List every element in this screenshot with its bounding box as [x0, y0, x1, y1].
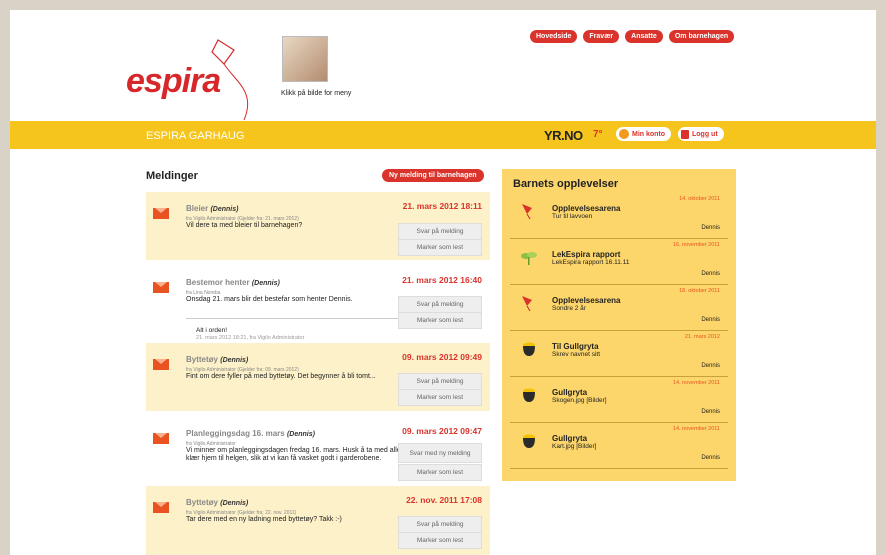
- message-body: Onsdag 21. mars blir det bestefar som he…: [186, 296, 353, 303]
- page: espira Klikk på bilde for meny Hovedside…: [10, 10, 876, 555]
- message-item[interactable]: Bleier (Dennis) 21. mars 2012 18:11 fra …: [146, 192, 490, 260]
- message-item[interactable]: Planleggingsdag 16. mars (Dennis) 09. ma…: [146, 417, 490, 487]
- pot-icon: [523, 434, 535, 448]
- espira-logo[interactable]: espira: [126, 32, 276, 124]
- experience-subtitle: Tur til lavvoen: [552, 213, 593, 220]
- kite-icon: [522, 204, 532, 220]
- reply-new-button[interactable]: Svar med ny melding: [398, 443, 482, 463]
- reply-button[interactable]: Svar på melding: [398, 296, 482, 313]
- mark-read-button[interactable]: Marker som lest: [398, 389, 482, 406]
- experience-title: Gullgryta: [552, 434, 588, 443]
- pot-icon: [523, 342, 535, 356]
- message-body: Vil dere ta med bleier til barnehagen?: [186, 222, 303, 229]
- experience-child: Dennis: [701, 271, 720, 277]
- message-subject: Bestemor henter (Dennis): [186, 278, 280, 287]
- reply-button[interactable]: Svar på melding: [398, 516, 482, 533]
- temperature: 7°: [593, 129, 603, 140]
- message-body: Fint om dere fyller på med byttetøy. Det…: [186, 373, 376, 380]
- mark-read-button[interactable]: Marker som lest: [398, 532, 482, 549]
- avatar[interactable]: [282, 36, 328, 82]
- message-item[interactable]: Bestemor henter (Dennis) 21. mars 2012 1…: [146, 266, 490, 344]
- experiences-panel: Barnets opplevelser 14. oktober 2011 Opp…: [502, 169, 736, 481]
- experience-subtitle: Sondre 2 år: [552, 305, 586, 312]
- experience-date: 21. mars 2012: [684, 334, 720, 340]
- experience-date: 14. november 2011: [673, 426, 720, 432]
- yr-logo[interactable]: YR.NO: [544, 128, 583, 143]
- message-date: 09. mars 2012 09:47: [402, 426, 482, 436]
- experience-item[interactable]: 16. november 2011 LekEspira rapport LekE…: [510, 239, 728, 285]
- top-bar: ESPIRA GARHAUG YR.NO 7° Min konto Logg u…: [10, 121, 876, 149]
- message-subject: Byttetøy (Dennis): [186, 355, 249, 364]
- message-date: 21. mars 2012 18:11: [402, 201, 482, 211]
- experience-child: Dennis: [701, 363, 720, 369]
- messages-title: Meldinger: [146, 170, 198, 182]
- pot-icon: [523, 388, 535, 402]
- experience-child: Dennis: [701, 455, 720, 461]
- mark-read-button[interactable]: Marker som lest: [398, 239, 482, 256]
- new-message-button[interactable]: Ny melding til barnehagen: [382, 169, 484, 182]
- envelope-icon: [153, 433, 169, 444]
- lock-icon: [681, 129, 689, 139]
- logout-button[interactable]: Logg ut: [678, 127, 724, 141]
- reply-button[interactable]: Svar på melding: [398, 223, 482, 240]
- logo-text: espira: [126, 62, 221, 100]
- answer-meta: 21. mars 2012 18:21, fra Vigilo Administ…: [196, 335, 305, 341]
- experience-date: 16. november 2011: [673, 242, 720, 248]
- envelope-icon: [153, 208, 169, 219]
- experience-title: Opplevelsesarena: [552, 204, 621, 213]
- experience-subtitle: Skrev navnet sitt: [552, 351, 601, 358]
- experiences-title: Barnets opplevelser: [513, 178, 619, 190]
- experience-subtitle: Kart.jpg [Bilder]: [552, 443, 597, 450]
- experience-subtitle: Skogen.jpg [Bilder]: [552, 397, 607, 404]
- mark-read-button[interactable]: Marker som lest: [398, 464, 482, 481]
- envelope-icon: [153, 502, 169, 513]
- experience-date: 18. oktober 2011: [679, 288, 720, 294]
- experience-subtitle: LekEspira rapport 16.11.11: [552, 259, 630, 266]
- nav-hovedside[interactable]: Hovedside: [530, 30, 578, 43]
- divider: [186, 318, 398, 319]
- experience-item[interactable]: 18. oktober 2011 Opplevelsesarena Sondre…: [510, 285, 728, 331]
- experience-title: Gullgryta: [552, 388, 588, 397]
- experience-title: LekEspira rapport: [552, 250, 621, 259]
- sprout-icon: [521, 252, 537, 265]
- experience-date: 14. oktober 2011: [679, 196, 720, 202]
- nav-ansatte[interactable]: Ansatte: [625, 30, 663, 43]
- experience-child: Dennis: [701, 225, 720, 231]
- message-body: Vi minner om planleggingsdagen fredag 16…: [186, 447, 401, 462]
- top-nav: Hovedside Fravær Ansatte Om barnehagen: [530, 30, 735, 43]
- message-item[interactable]: Byttetøy (Dennis) 22. nov. 2011 17:08 fr…: [146, 486, 490, 555]
- message-body: Tar dere med en ny ladning med byttetøy?…: [186, 516, 342, 523]
- experience-date: 14. november 2011: [673, 380, 720, 386]
- answer-text: Alt i orden!: [196, 327, 228, 334]
- gear-icon: [619, 129, 629, 139]
- nav-fravaer[interactable]: Fravær: [583, 30, 620, 43]
- experience-item[interactable]: 14. november 2011 Gullgryta Kart.jpg [Bi…: [510, 423, 728, 469]
- message-date: 09. mars 2012 09:49: [402, 352, 482, 362]
- experience-child: Dennis: [701, 409, 720, 415]
- experience-item[interactable]: 14. november 2011 Gullgryta Skogen.jpg […: [510, 377, 728, 423]
- envelope-icon: [153, 282, 169, 293]
- account-button[interactable]: Min konto: [616, 127, 672, 141]
- experience-item[interactable]: 14. oktober 2011 Opplevelsesarena Tur ti…: [510, 193, 728, 239]
- experience-child: Dennis: [701, 317, 720, 323]
- kite-icon: [522, 296, 532, 312]
- account-label: Min konto: [632, 130, 666, 138]
- message-date: 22. nov. 2011 17:08: [406, 495, 482, 505]
- experience-title: Opplevelsesarena: [552, 296, 621, 305]
- message-subject: Planleggingsdag 16. mars (Dennis): [186, 429, 315, 438]
- kindergarten-name: ESPIRA GARHAUG: [146, 130, 245, 142]
- envelope-icon: [153, 359, 169, 370]
- message-subject: Byttetøy (Dennis): [186, 498, 249, 507]
- mark-read-button[interactable]: Marker som lest: [398, 312, 482, 329]
- message-subject: Bleier (Dennis): [186, 204, 239, 213]
- message-item[interactable]: Byttetøy (Dennis) 09. mars 2012 09:49 fr…: [146, 343, 490, 411]
- avatar-caption: Klikk på bilde for meny: [281, 90, 352, 97]
- nav-om-barnehagen[interactable]: Om barnehagen: [668, 30, 735, 43]
- message-date: 21. mars 2012 16:40: [402, 275, 482, 285]
- experience-title: Til Gullgryta: [552, 342, 599, 351]
- logout-label: Logg ut: [692, 130, 718, 138]
- reply-button[interactable]: Svar på melding: [398, 373, 482, 390]
- experience-item[interactable]: 21. mars 2012 Til Gullgryta Skrev navnet…: [510, 331, 728, 377]
